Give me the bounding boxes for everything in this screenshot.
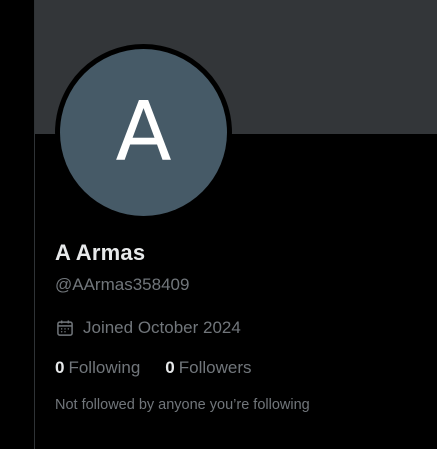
avatar-letter: A [115, 84, 172, 180]
joined-date-row: Joined October 2024 [55, 318, 241, 338]
follow-stats: 0 Following 0 Followers [55, 358, 277, 378]
following-link[interactable]: 0 Following [55, 358, 140, 378]
following-count: 0 [55, 358, 65, 377]
calendar-icon [57, 320, 73, 336]
followers-link[interactable]: 0 Followers [165, 358, 251, 378]
follow-context-text: Not followed by anyone you’re following [55, 397, 310, 413]
user-handle: @AArmas358409 [55, 275, 190, 294]
avatar[interactable]: A [60, 49, 227, 216]
joined-date: Joined October 2024 [83, 318, 241, 337]
followers-label: Followers [178, 358, 252, 377]
following-label: Following [68, 358, 141, 377]
followers-count: 0 [165, 358, 175, 377]
profile-page: A A Armas @AArmas358409 Joined October 2… [0, 0, 437, 449]
display-name: A Armas [55, 240, 146, 265]
